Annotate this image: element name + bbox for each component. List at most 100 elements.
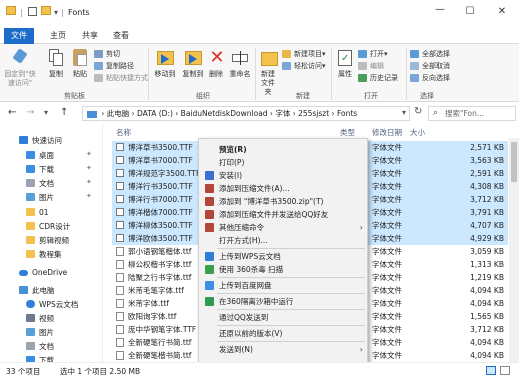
move-to-button[interactable]: 移动到 [152, 48, 178, 79]
edit-button[interactable]: 编辑 [358, 61, 384, 71]
nav-item-pictures[interactable]: 图片 [26, 191, 54, 204]
breadcrumb[interactable]: › 此电脑 › DATA (D:) › BaiduNetdiskDownload… [101, 109, 357, 118]
menu-item-0[interactable]: 预览(R) [199, 143, 367, 156]
row-checkbox[interactable] [116, 169, 124, 177]
file-row[interactable]: 欧阳询字体.ttf [112, 310, 202, 323]
file-row[interactable]: 陆聚之行书字体.ttf [112, 271, 202, 284]
nav-item-desktop[interactable]: 桌面 [26, 149, 54, 162]
scrollbar-thumb[interactable] [511, 142, 517, 182]
file-row[interactable]: 博洋柳体3500.TTF [112, 219, 202, 232]
delete-button[interactable]: ✕ 删除 [206, 48, 226, 79]
nav-item-01[interactable]: 01 [26, 206, 49, 219]
nav-item-pc-documents[interactable]: 文档 [26, 340, 54, 353]
address-input[interactable]: › 此电脑 › DATA (D:) › BaiduNetdiskDownload… [82, 106, 410, 121]
address-dropdown-icon[interactable]: ▾ [402, 108, 406, 117]
nav-item-cdr[interactable]: CDR设计 [26, 220, 70, 233]
nav-item-pc-pictures[interactable]: 图片 [26, 326, 54, 339]
nav-item-wps[interactable]: WPS云文档 [26, 298, 78, 311]
copy-button[interactable]: 复制 [44, 48, 68, 79]
row-checkbox[interactable] [116, 208, 124, 216]
paste-button[interactable]: 粘贴 [68, 48, 92, 79]
menu-item-1[interactable]: 打印(P) [199, 156, 367, 169]
file-row[interactable]: 博洋行书3500.TTF [112, 180, 202, 193]
tab-file[interactable]: 文件 [4, 28, 34, 44]
file-row[interactable]: 博洋草书7000.TTF [112, 154, 202, 167]
forward-icon[interactable]: → [26, 107, 34, 118]
file-row[interactable]: 全新硬笔行书简.ttf [112, 336, 202, 349]
file-row[interactable]: 博洋规范字3500.TTF [112, 167, 202, 180]
pin-quick-access-button[interactable]: 固定到"快速访问" [4, 48, 36, 88]
tab-share[interactable]: 共享 [76, 28, 104, 44]
menu-item-3[interactable]: 添加到压缩文件(A)... [199, 182, 367, 195]
properties-qa-icon[interactable] [28, 7, 37, 16]
row-checkbox[interactable] [116, 182, 124, 190]
row-checkbox[interactable] [116, 143, 124, 151]
properties-button[interactable]: ✓ 属性 [334, 48, 356, 79]
menu-item-14[interactable]: 发送到(N) › [199, 343, 367, 356]
up-icon[interactable]: ↑ [60, 107, 68, 118]
menu-item-2[interactable]: 安装(I) [199, 169, 367, 182]
rename-button[interactable]: 重命名 [228, 48, 252, 79]
details-view-icon[interactable] [486, 366, 496, 375]
open-button[interactable]: 打开▾ [358, 49, 388, 59]
menu-item-11[interactable]: 在360隔离沙箱中运行 [199, 295, 367, 308]
copy-path-button[interactable]: 复制路径 [94, 61, 134, 71]
menu-item-7[interactable]: 打开方式(H)... [199, 234, 367, 247]
nav-item-videos[interactable]: 视频 [26, 312, 54, 325]
column-size[interactable]: 大小 [410, 127, 425, 138]
new-folder-button[interactable]: 新建文件夹 [258, 48, 280, 97]
copy-to-button[interactable]: 复制到 [180, 48, 206, 79]
easy-access-button[interactable]: 轻松访问▾ [282, 61, 326, 71]
nav-item-video-edit[interactable]: 剪辑视频 [26, 234, 69, 247]
menu-item-9[interactable]: 使用 360杀毒 扫描 [199, 263, 367, 276]
file-row[interactable]: 米芾字体.ttf [112, 297, 202, 310]
cut-button[interactable]: 剪切 [94, 49, 120, 59]
menu-item-5[interactable]: 添加到压缩文件并发送给QQ好友 [199, 208, 367, 221]
menu-item-8[interactable]: 上传到WPS云文档 [199, 250, 367, 263]
file-row[interactable]: 博洋欧体3500.TTF [112, 232, 202, 245]
file-row[interactable]: 庞中华钢笔字体.TTF [112, 323, 202, 336]
vertical-scrollbar[interactable] [509, 138, 519, 362]
large-icons-view-icon[interactable] [500, 366, 510, 375]
menu-item-12[interactable]: 通过QQ发送到 [199, 311, 367, 324]
menu-item-10[interactable]: 上传到百度网盘 [199, 279, 367, 292]
menu-item-13[interactable]: 还原以前的版本(V) [199, 327, 367, 340]
back-icon[interactable]: ← [8, 107, 16, 118]
nav-item-downloads[interactable]: 下载 [26, 163, 54, 176]
tab-home[interactable]: 主页 [44, 28, 72, 44]
file-row[interactable]: 米芾毛笔字体.ttf [112, 284, 202, 297]
row-checkbox[interactable] [116, 156, 124, 164]
column-type[interactable]: 类型 [340, 127, 355, 138]
column-name[interactable]: 名称 [116, 127, 131, 138]
recent-dropdown-icon[interactable]: ▾ [44, 108, 48, 117]
row-checkbox[interactable] [116, 195, 124, 203]
file-row[interactable]: 博洋行书7000.TTF [112, 193, 202, 206]
nav-onedrive[interactable]: OneDrive [19, 266, 67, 279]
file-row[interactable]: 柳公权楷书字体.ttf [112, 258, 202, 271]
maximize-icon[interactable]: ☐ [460, 6, 480, 17]
file-row[interactable]: 博洋楷体7000.TTF [112, 206, 202, 219]
menu-item-6[interactable]: 其他压缩命令 › [199, 221, 367, 234]
nav-this-pc[interactable]: 此电脑 [19, 284, 55, 297]
file-row[interactable]: 郭小语钢笔楷体.ttf [112, 245, 202, 258]
close-icon[interactable]: ✕ [492, 6, 512, 17]
new-item-button[interactable]: 新建项目▾ [282, 49, 326, 59]
refresh-icon[interactable]: ↻ [414, 106, 422, 117]
minimize-icon[interactable]: — [430, 4, 450, 15]
paste-shortcut-button[interactable]: 粘贴快捷方式 [94, 73, 148, 83]
menu-item-4[interactable]: 添加到 "博洋草书3500.zip"(T) [199, 195, 367, 208]
file-row[interactable]: 全新硬笔楷书简.ttf [112, 349, 202, 362]
history-button[interactable]: 历史记录 [358, 73, 398, 83]
row-checkbox[interactable] [116, 234, 124, 242]
nav-item-documents[interactable]: 文档 [26, 177, 54, 190]
nav-item-tutorials[interactable]: 教程集 [26, 248, 62, 261]
select-all-button[interactable]: 全部选择 [410, 49, 450, 59]
column-date[interactable]: 修改日期 [372, 127, 402, 138]
row-checkbox[interactable] [116, 221, 124, 229]
new-folder-qa-icon[interactable] [41, 6, 51, 15]
tab-view[interactable]: 查看 [107, 28, 135, 44]
qa-dropdown-icon[interactable]: ▾ [54, 8, 58, 17]
nav-item-pc-downloads[interactable]: 下载 [26, 354, 54, 362]
select-none-button[interactable]: 全部取消 [410, 61, 450, 71]
file-row[interactable]: 博洋草书3500.TTF [112, 141, 202, 154]
